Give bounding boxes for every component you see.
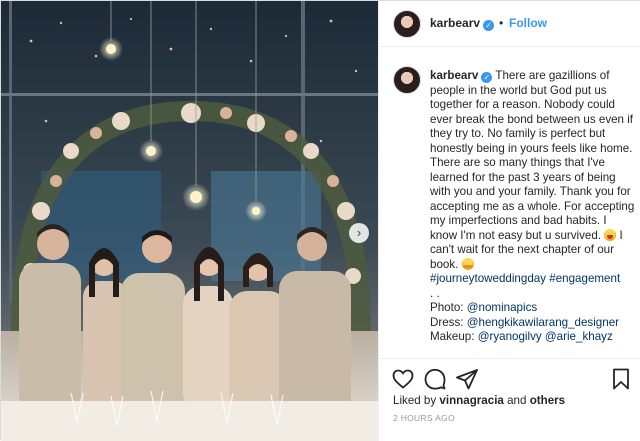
group-portrait-image <box>1 1 378 441</box>
header-username[interactable]: karbearv ✓ <box>430 16 495 31</box>
liked-by-prefix: Liked by <box>393 394 437 407</box>
share-icon[interactable] <box>455 367 479 391</box>
action-bar <box>379 358 640 398</box>
verified-badge-icon: ✓ <box>481 72 493 83</box>
liked-by-suffix: and <box>507 394 527 407</box>
hashtag-link[interactable]: #engagement <box>549 272 620 285</box>
follow-button[interactable]: Follow <box>509 16 547 30</box>
makeup-label: Makeup: <box>430 330 475 343</box>
others-link[interactable]: others <box>530 394 565 407</box>
hugging-emoji-icon <box>461 257 474 270</box>
caption-username[interactable]: karbearv <box>430 69 478 82</box>
carousel-next-button[interactable]: › <box>349 223 369 243</box>
mention-link[interactable]: @nominapics <box>467 301 537 314</box>
liked-by-user-link[interactable]: vinnagracia <box>439 394 503 407</box>
post-side-panel: karbearv ✓ • Follow karbearv ✓ There are g… <box>378 1 640 441</box>
dress-label: Dress: <box>430 315 464 329</box>
post-photo[interactable]: › <box>1 1 378 441</box>
avatar[interactable] <box>393 10 421 38</box>
comment-icon[interactable] <box>423 367 447 391</box>
verified-badge-icon: ✓ <box>483 20 495 31</box>
caption: karbearv ✓ There are gazillions of people… <box>430 69 635 345</box>
likes-summary: Liked by vinnagracia and others <box>393 394 565 407</box>
mention-link[interactable]: @hengkikawilarang_designer <box>467 316 619 329</box>
hashtag-link[interactable]: #journeytoweddingday <box>430 272 546 285</box>
post-header: karbearv ✓ • Follow <box>379 1 640 47</box>
caption-dots: . . <box>430 286 440 300</box>
caption-text: There are gazillions of people in the wo… <box>430 69 635 242</box>
caption-avatar[interactable] <box>393 66 421 94</box>
comments-section[interactable]: karbearv ✓ There are gazillions of people… <box>379 48 640 358</box>
chevron-right-icon: › <box>356 225 362 240</box>
photo-label: Photo: <box>430 301 464 314</box>
mention-link[interactable]: @arie_khayz <box>545 330 613 343</box>
instagram-post: › karbearv ✓ • Follow karbearv ✓ There are… <box>0 0 640 441</box>
mention-link[interactable]: @ryanogilvy <box>478 330 542 343</box>
separator-dot: • <box>499 16 504 30</box>
bookmark-icon[interactable] <box>609 367 633 391</box>
heart-icon[interactable] <box>391 367 415 391</box>
tongue-emoji-icon <box>604 228 617 241</box>
post-timestamp[interactable]: 2 HOURS AGO <box>393 413 455 423</box>
username-text[interactable]: karbearv <box>430 16 480 30</box>
